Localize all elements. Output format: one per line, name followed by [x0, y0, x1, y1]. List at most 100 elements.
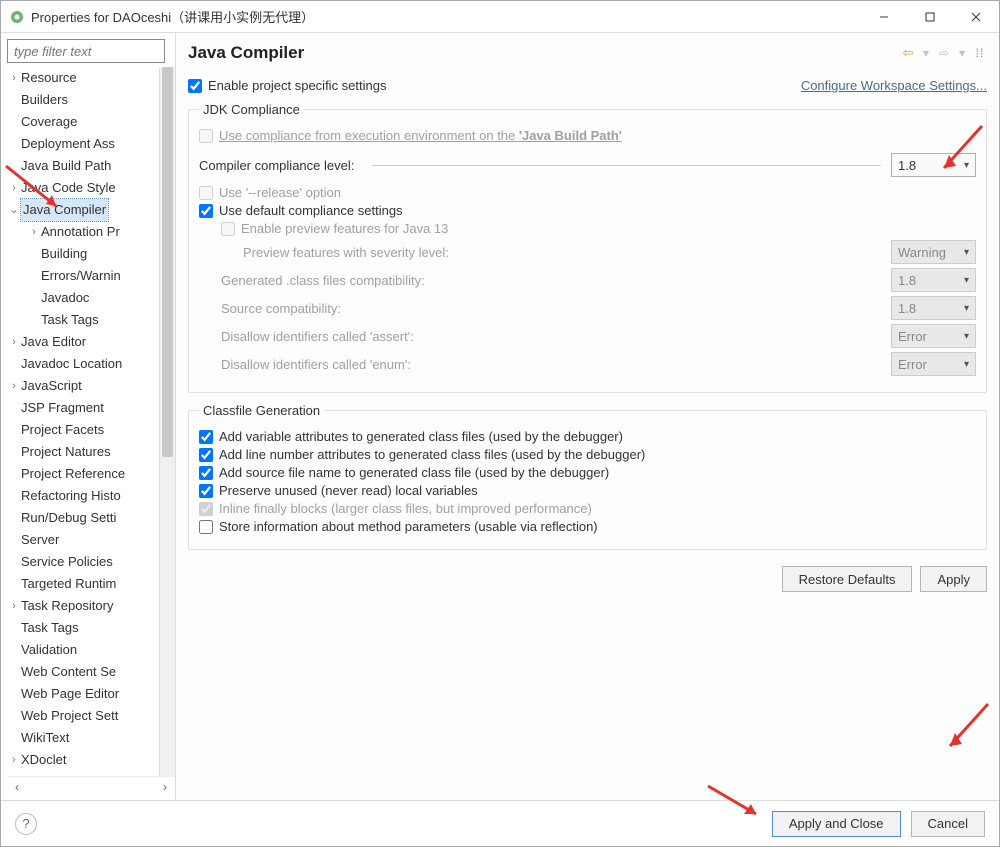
tree-item[interactable]: Annotation Pr	[41, 221, 120, 243]
enable-preview-label: Enable preview features for Java 13	[241, 221, 448, 236]
tree-item[interactable]: Validation	[21, 639, 77, 661]
tree-expand-icon[interactable]: ⌄	[7, 199, 21, 221]
compliance-level-value: 1.8	[898, 158, 916, 173]
tree-item[interactable]: Javadoc	[41, 287, 89, 309]
configure-workspace-link[interactable]: Configure Workspace Settings...	[801, 78, 987, 93]
enable-preview-checkbox: Enable preview features for Java 13	[199, 221, 976, 236]
classfile-gen-group: Classfile Generation Add variable attrib…	[188, 403, 987, 550]
source-compat-select: 1.8▾	[891, 296, 976, 320]
tree-item[interactable]: Java Compiler	[21, 199, 108, 221]
tree-item[interactable]: Server	[21, 529, 59, 551]
bottom-bar: ? Apply and Close Cancel	[1, 800, 999, 846]
apply-button[interactable]: Apply	[920, 566, 987, 592]
tree-item[interactable]: WikiText	[21, 727, 69, 749]
nav-tree[interactable]: ›ResourceBuildersCoverageDeployment AssJ…	[7, 67, 175, 776]
chevron-down-icon: ▾	[964, 160, 969, 171]
tree-item[interactable]: Task Tags	[21, 617, 79, 639]
tree-expand-icon[interactable]: ›	[7, 375, 21, 397]
tree-item[interactable]: Run/Debug Setti	[21, 507, 116, 529]
tree-item[interactable]: Project Natures	[21, 441, 111, 463]
use-default-compliance-checkbox[interactable]: Use default compliance settings	[199, 203, 976, 218]
jdk-compliance-legend: JDK Compliance	[199, 102, 304, 117]
inline-finally-checkbox: Inline finally blocks (larger class file…	[199, 501, 976, 516]
tree-expand-icon[interactable]: ›	[7, 749, 21, 771]
tree-item[interactable]: JavaScript	[21, 375, 82, 397]
source-compat-label: Source compatibility:	[221, 301, 891, 316]
disallow-enum-select: Error▾	[891, 352, 976, 376]
tree-item[interactable]: Project Facets	[21, 419, 104, 441]
help-button[interactable]: ?	[15, 813, 37, 835]
classfile-gen-legend: Classfile Generation	[199, 403, 324, 418]
tree-expand-icon[interactable]: ›	[27, 221, 41, 243]
tree-item[interactable]: Service Policies	[21, 551, 113, 573]
tree-item[interactable]: Builders	[21, 89, 68, 111]
use-release-checkbox: Use '--release' option	[199, 185, 976, 200]
tree-item[interactable]: Resource	[21, 67, 77, 89]
preview-severity-select: Warning▾	[891, 240, 976, 264]
close-button[interactable]	[953, 1, 999, 33]
tree-item[interactable]: Deployment Ass	[21, 133, 115, 155]
add-line-number-checkbox[interactable]: Add line number attributes to generated …	[199, 447, 976, 462]
tree-item[interactable]: JSP Fragment	[21, 397, 104, 419]
preview-severity-label: Preview features with severity level:	[243, 245, 891, 260]
tree-scroll-left[interactable]: ‹	[7, 780, 27, 794]
app-icon	[9, 9, 25, 25]
tree-expand-icon[interactable]: ›	[7, 595, 21, 617]
titlebar: Properties for DAOceshi（讲课用小实例无代理）	[1, 1, 999, 33]
enable-project-settings-checkbox[interactable]: Enable project specific settings	[188, 78, 386, 93]
maximize-button[interactable]	[907, 1, 953, 33]
minimize-button[interactable]	[861, 1, 907, 33]
compliance-level-select[interactable]: 1.8 ▾	[891, 153, 976, 177]
nav-back-menu-icon[interactable]: ▾	[919, 46, 933, 60]
toolbar-menu-icon[interactable]: ⁞⁞	[973, 46, 987, 60]
tree-item[interactable]: Web Content Se	[21, 661, 116, 683]
compliance-level-label: Compiler compliance level:	[199, 158, 354, 173]
tree-item[interactable]: Errors/Warnin	[41, 265, 121, 287]
restore-defaults-button[interactable]: Restore Defaults	[782, 566, 913, 592]
tree-item[interactable]: Refactoring Histo	[21, 485, 121, 507]
tree-item[interactable]: XDoclet	[21, 749, 67, 771]
sidebar: ›ResourceBuildersCoverageDeployment AssJ…	[1, 33, 176, 800]
preserve-unused-checkbox[interactable]: Preserve unused (never read) local varia…	[199, 483, 976, 498]
nav-back-icon[interactable]: ⇦	[901, 45, 915, 61]
tree-item[interactable]: Task Tags	[41, 309, 99, 331]
jdk-compliance-group: JDK Compliance Use compliance from execu…	[188, 102, 987, 393]
main-pane: Java Compiler ⇦ ▾ ⇨ ▾ ⁞⁞ Enable project …	[176, 33, 999, 800]
tree-item[interactable]: Web Project Sett	[21, 705, 118, 727]
tree-item[interactable]: Coverage	[21, 111, 77, 133]
chevron-down-icon: ▾	[964, 247, 969, 258]
tree-expand-icon[interactable]: ›	[7, 331, 21, 353]
chevron-down-icon: ▾	[964, 303, 969, 314]
chevron-down-icon: ▾	[964, 359, 969, 370]
store-method-params-checkbox[interactable]: Store information about method parameter…	[199, 519, 976, 534]
tree-item[interactable]: Web Page Editor	[21, 683, 119, 705]
divider	[372, 165, 881, 166]
page-title: Java Compiler	[188, 43, 901, 63]
use-release-label: Use '--release' option	[219, 185, 341, 200]
tree-item[interactable]: Task Repository	[21, 595, 113, 617]
apply-and-close-button[interactable]: Apply and Close	[772, 811, 901, 837]
gen-class-compat-label: Generated .class files compatibility:	[221, 273, 891, 288]
disallow-assert-select: Error▾	[891, 324, 976, 348]
cancel-button[interactable]: Cancel	[911, 811, 985, 837]
tree-item[interactable]: Java Editor	[21, 331, 86, 353]
tree-expand-icon[interactable]: ›	[7, 177, 21, 199]
filter-input[interactable]	[7, 39, 165, 63]
tree-item[interactable]: Java Code Style	[21, 177, 116, 199]
tree-expand-icon[interactable]: ›	[7, 67, 21, 89]
nav-forward-icon[interactable]: ⇨	[937, 46, 951, 60]
add-variable-attrs-checkbox[interactable]: Add variable attributes to generated cla…	[199, 429, 976, 444]
tree-item[interactable]: Javadoc Location	[21, 353, 122, 375]
tree-scrollbar[interactable]	[159, 67, 175, 776]
add-source-file-checkbox[interactable]: Add source file name to generated class …	[199, 465, 976, 480]
nav-forward-menu-icon[interactable]: ▾	[955, 46, 969, 60]
tree-scroll-right[interactable]: ›	[155, 780, 175, 794]
use-env-compliance-checkbox: Use compliance from execution environmen…	[199, 128, 976, 143]
tree-item[interactable]: Java Build Path	[21, 155, 111, 177]
tree-item[interactable]: Project Reference	[21, 463, 125, 485]
tree-item[interactable]: Building	[41, 243, 87, 265]
window-title: Properties for DAOceshi（讲课用小实例无代理）	[31, 7, 314, 26]
tree-item[interactable]: Targeted Runtim	[21, 573, 116, 595]
chevron-down-icon: ▾	[964, 331, 969, 342]
enable-project-settings-label: Enable project specific settings	[208, 78, 386, 93]
